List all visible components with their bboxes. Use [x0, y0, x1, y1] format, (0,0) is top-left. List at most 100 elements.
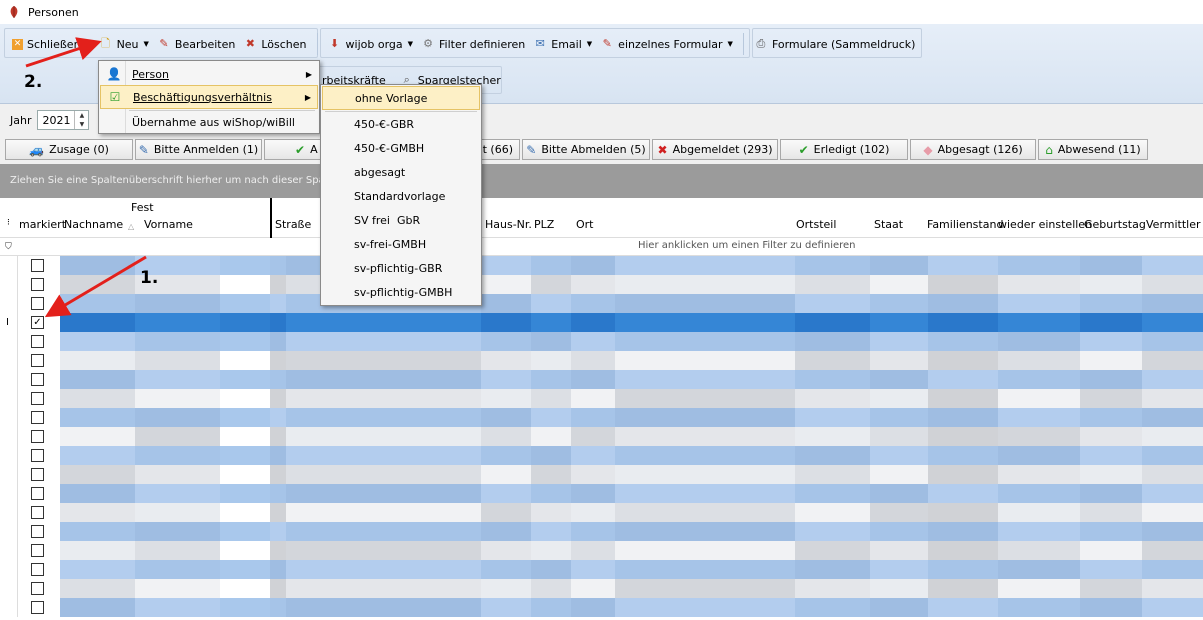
- wijob-orga-button[interactable]: ⬇ wijob orga ▼: [324, 32, 418, 56]
- row-header[interactable]: [0, 560, 18, 579]
- filter-row[interactable]: ⛉ Hier anklicken um einen Filter zu defi…: [0, 238, 1203, 256]
- table-row[interactable]: [0, 560, 1203, 579]
- tab-zusage[interactable]: 🚙 Zusage (0): [5, 139, 133, 160]
- tab-bitte-abmelden[interactable]: ✎ Bitte Abmelden (5): [522, 139, 650, 160]
- row-checkbox[interactable]: [31, 354, 44, 367]
- column-vermittler[interactable]: Vermittler: [1146, 218, 1201, 231]
- spin-buttons[interactable]: ▲ ▼: [74, 111, 88, 129]
- row-header[interactable]: [0, 294, 18, 313]
- column-wieder-einstellen[interactable]: wieder einstellen: [998, 218, 1092, 231]
- table-row[interactable]: [0, 408, 1203, 427]
- filter-button[interactable]: ⚙ Filter definieren: [417, 32, 529, 56]
- new-button[interactable]: 🗋 Neu ▼: [95, 32, 153, 56]
- row-header[interactable]: [0, 579, 18, 598]
- column-vorname[interactable]: Vorname: [144, 218, 193, 231]
- menu-item-uebernahme[interactable]: Übernahme aus wiShop/wiBill: [100, 110, 318, 134]
- row-header[interactable]: [0, 275, 18, 294]
- table-row[interactable]: [0, 503, 1203, 522]
- table-row[interactable]: [0, 522, 1203, 541]
- row-checkbox[interactable]: [31, 525, 44, 538]
- menu-item-sv-pflichtig-gmbh[interactable]: sv-pflichtig-GMBH: [322, 280, 480, 304]
- row-checkbox[interactable]: [31, 297, 44, 310]
- table-row[interactable]: [0, 579, 1203, 598]
- column-chooser-icon[interactable]: ⁝: [7, 218, 10, 228]
- row-checkbox[interactable]: [31, 259, 44, 272]
- table-row[interactable]: [0, 332, 1203, 351]
- edit-button[interactable]: ✎ Bearbeiten: [153, 32, 239, 56]
- column-hausnr[interactable]: Haus-Nr.: [485, 218, 532, 231]
- table-row[interactable]: [0, 541, 1203, 560]
- row-header[interactable]: [0, 351, 18, 370]
- tab-abwesend[interactable]: ⌂ Abwesend (11): [1038, 139, 1148, 160]
- menu-item-sv-frei-gmbh[interactable]: sv-frei-GMBH: [322, 232, 480, 256]
- row-checkbox[interactable]: [31, 411, 44, 424]
- column-staat[interactable]: Staat: [874, 218, 903, 231]
- single-form-button[interactable]: ✎ einzelnes Formular ▼: [596, 32, 737, 56]
- row-header[interactable]: [0, 522, 18, 541]
- group-by-panel[interactable]: Ziehen Sie eine Spaltenüberschrift hierh…: [0, 164, 1203, 198]
- tab-abgesagt[interactable]: ◆ Abgesagt (126): [910, 139, 1036, 160]
- row-header[interactable]: [0, 446, 18, 465]
- tab-erledigt[interactable]: ✔ Erledigt (102): [780, 139, 908, 160]
- row-header[interactable]: [0, 389, 18, 408]
- column-ort[interactable]: Ort: [576, 218, 594, 231]
- close-button[interactable]: ✕ Schließen: [8, 32, 85, 56]
- table-row[interactable]: [0, 351, 1203, 370]
- row-checkbox[interactable]: [31, 392, 44, 405]
- row-checkbox[interactable]: [31, 506, 44, 519]
- menu-item-standardvorlage[interactable]: Standardvorlage: [322, 184, 480, 208]
- row-checkbox[interactable]: [31, 449, 44, 462]
- column-familienstand[interactable]: Familienstand: [927, 218, 1003, 231]
- table-row[interactable]: [0, 256, 1203, 275]
- row-checkbox[interactable]: [31, 278, 44, 291]
- year-stepper[interactable]: 2021 ▲ ▼: [37, 110, 90, 130]
- column-nachname[interactable]: Nachname: [64, 218, 123, 231]
- menu-item-sv-frei-gbr[interactable]: SV frei GbR: [322, 208, 480, 232]
- row-checkbox[interactable]: ✓: [31, 316, 44, 329]
- table-row[interactable]: [0, 465, 1203, 484]
- row-checkbox[interactable]: [31, 544, 44, 557]
- row-checkbox[interactable]: [31, 601, 44, 614]
- column-strasse[interactable]: Straße: [275, 218, 311, 231]
- row-checkbox[interactable]: [31, 468, 44, 481]
- column-plz[interactable]: PLZ: [534, 218, 554, 231]
- table-row[interactable]: [0, 484, 1203, 503]
- menu-item-sv-pflichtig-gbr[interactable]: sv-pflichtig-GBR: [322, 256, 480, 280]
- table-row[interactable]: [0, 294, 1203, 313]
- spin-up-icon[interactable]: ▲: [75, 111, 88, 120]
- menu-item-abgesagt[interactable]: abgesagt: [322, 160, 480, 184]
- table-row[interactable]: [0, 598, 1203, 617]
- tab-bitte-anmelden[interactable]: ✎ Bitte Anmelden (1): [135, 139, 262, 160]
- row-header[interactable]: I: [0, 313, 18, 332]
- column-ortsteil[interactable]: Ortsteil: [796, 218, 836, 231]
- table-row[interactable]: [0, 370, 1203, 389]
- row-header[interactable]: [0, 408, 18, 427]
- email-button[interactable]: ✉ Email ▼: [529, 32, 596, 56]
- column-markiert[interactable]: markiert: [19, 218, 66, 231]
- row-header[interactable]: [0, 598, 18, 617]
- menu-item-beschaeftigungsverhaeltnis[interactable]: ☑ Beschäftigungsverhältnis ▶: [100, 85, 318, 109]
- row-checkbox[interactable]: [31, 582, 44, 595]
- column-geburtstag[interactable]: Geburtstag: [1084, 218, 1146, 231]
- row-header[interactable]: [0, 484, 18, 503]
- forms-bulk-button[interactable]: ⎙ Formulare (Sammeldruck): [750, 32, 919, 56]
- menu-item-450-gmbh[interactable]: 450-€-GMBH: [322, 136, 480, 160]
- table-row[interactable]: [0, 275, 1203, 294]
- row-checkbox[interactable]: [31, 563, 44, 576]
- tab-abgemeldet[interactable]: ✖ Abgemeldet (293): [652, 139, 778, 160]
- row-header[interactable]: [0, 256, 18, 275]
- menu-item-person[interactable]: 👤 Person ▶: [100, 62, 318, 86]
- table-row[interactable]: [0, 446, 1203, 465]
- table-row[interactable]: [0, 389, 1203, 408]
- delete-button[interactable]: ✖ Löschen: [239, 32, 310, 56]
- row-header[interactable]: [0, 427, 18, 446]
- row-checkbox[interactable]: [31, 487, 44, 500]
- row-header[interactable]: [0, 503, 18, 522]
- table-row[interactable]: [0, 427, 1203, 446]
- table-row[interactable]: I ✓: [0, 313, 1203, 332]
- row-header[interactable]: [0, 541, 18, 560]
- row-checkbox[interactable]: [31, 430, 44, 443]
- row-header[interactable]: [0, 370, 18, 389]
- spin-down-icon[interactable]: ▼: [75, 120, 88, 129]
- menu-item-450-gbr[interactable]: 450-€-GBR: [322, 112, 480, 136]
